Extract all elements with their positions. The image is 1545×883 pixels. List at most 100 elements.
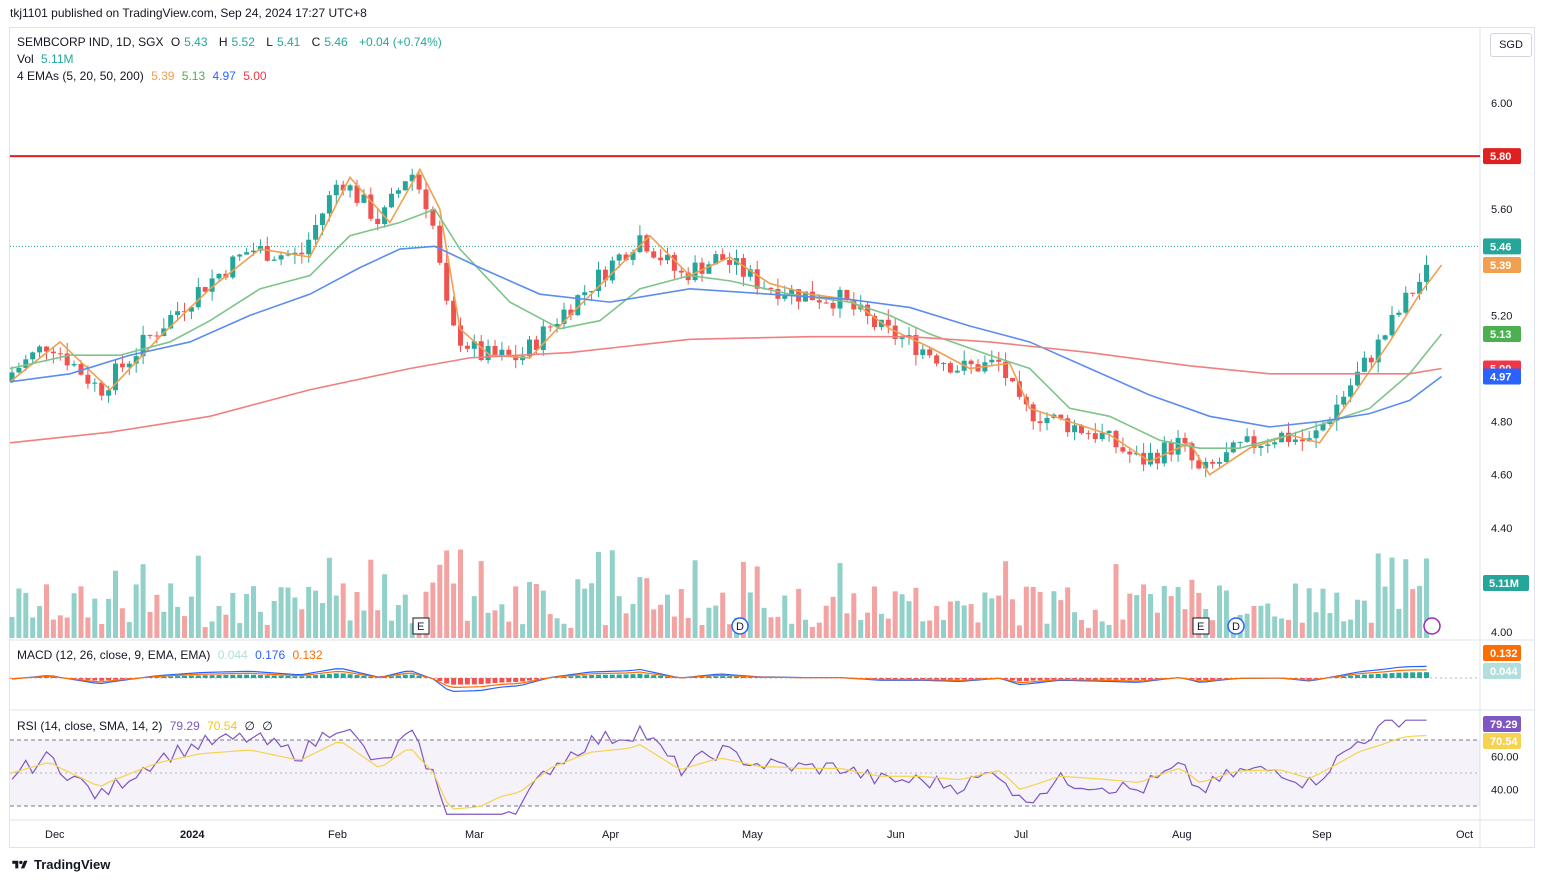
candle-body xyxy=(237,254,243,257)
candle-body xyxy=(658,257,664,261)
volume-bar xyxy=(1375,553,1381,638)
candle-body xyxy=(1106,430,1112,433)
volume-bar xyxy=(1161,585,1167,638)
volume-bar xyxy=(264,624,270,638)
volume-bar xyxy=(389,620,394,638)
volume-bar xyxy=(458,549,463,638)
candle-body xyxy=(92,382,98,384)
candle-body xyxy=(1292,439,1298,442)
macd-hist-bar xyxy=(451,678,457,685)
price-tick-label: 4.80 xyxy=(1491,417,1512,429)
macd-hist-bar xyxy=(1410,672,1416,678)
event-marker-label: D xyxy=(1232,621,1240,633)
candle-body xyxy=(527,339,532,357)
candle-body xyxy=(37,346,43,353)
macd-hist-bar xyxy=(1355,675,1360,678)
volume-bar xyxy=(1003,561,1009,638)
volume-bar xyxy=(375,610,381,638)
time-axis-label: 2024 xyxy=(180,829,205,841)
macd-hist-bar xyxy=(264,675,270,678)
volume-bar xyxy=(913,587,919,638)
macd-hist-bar xyxy=(1348,675,1354,678)
volume-bar xyxy=(99,623,105,638)
macd-hist-bar xyxy=(299,676,305,678)
volume-bar xyxy=(202,627,208,638)
macd-hist-bar xyxy=(458,678,463,685)
volume-bar xyxy=(340,583,346,638)
volume-bar xyxy=(1403,559,1409,638)
macd-hist-bar xyxy=(99,678,105,681)
volume-bar xyxy=(830,596,836,638)
macd-hist-bar xyxy=(340,673,346,678)
candle-body xyxy=(326,195,332,214)
macd-hist-bar xyxy=(506,678,512,683)
candle-body xyxy=(16,367,22,373)
macd-hist-bar xyxy=(251,674,256,678)
candle-body xyxy=(313,224,319,240)
candle-body xyxy=(547,326,553,328)
volume-bar xyxy=(1072,612,1078,638)
volume-bar xyxy=(188,596,194,638)
volume-bar xyxy=(471,596,477,638)
volume-bar xyxy=(133,584,139,638)
candle-body xyxy=(375,218,381,225)
volume-bar xyxy=(1258,605,1264,638)
volume-bar xyxy=(885,618,891,638)
candle-body xyxy=(30,352,36,360)
volume-bar xyxy=(844,613,850,638)
tradingview-footer[interactable]: TradingView xyxy=(12,857,110,872)
volume-bar xyxy=(444,550,450,638)
volume-bar xyxy=(865,612,871,638)
volume-bar xyxy=(126,622,132,638)
volume-bar xyxy=(1327,613,1333,638)
macd-hist-bar xyxy=(1037,678,1043,681)
volume-bar xyxy=(85,617,91,638)
volume-bar xyxy=(168,583,174,638)
candle-body xyxy=(1244,436,1250,442)
candle-body xyxy=(444,262,450,301)
lightning-icon xyxy=(1423,617,1441,635)
macd-hist-bar xyxy=(1079,678,1084,680)
candle-body xyxy=(1299,439,1305,442)
volume-bar xyxy=(37,606,43,638)
volume-bar xyxy=(782,595,788,638)
macd-hist-bar xyxy=(1403,672,1409,678)
macd-hist-bar xyxy=(1099,678,1105,680)
macd-hist-bar xyxy=(602,674,608,678)
candle-body xyxy=(1030,404,1036,422)
volume-bar xyxy=(1065,587,1071,638)
chart-canvas[interactable]: 6.005.805.605.405.205.004.804.604.404.00… xyxy=(0,0,1545,883)
volume-bar xyxy=(692,560,698,638)
macd-hist-bar xyxy=(244,674,250,678)
volume-bar xyxy=(540,590,546,638)
volume-bar xyxy=(1341,621,1347,638)
volume-bar xyxy=(161,611,167,638)
event-marker-label: E xyxy=(417,621,424,633)
macd-hist-bar xyxy=(437,678,443,681)
macd-hist-bar xyxy=(1375,673,1381,678)
time-axis-label: Apr xyxy=(602,829,619,841)
volume-bar xyxy=(57,615,63,638)
volume-bar xyxy=(113,570,118,638)
macd-hist-bar xyxy=(485,678,491,684)
candle-body xyxy=(416,174,422,190)
candle-body xyxy=(299,252,305,255)
candle-body xyxy=(927,349,933,356)
candle-body xyxy=(285,254,291,256)
volume-bar xyxy=(1030,586,1036,638)
volume-bar xyxy=(872,586,877,638)
macd-hist-bar xyxy=(961,678,967,680)
candle-body xyxy=(1396,312,1402,315)
volume-bar xyxy=(761,607,767,638)
price-tick-label: 5.60 xyxy=(1491,204,1512,216)
volume-bar xyxy=(1348,619,1354,638)
volume-bar xyxy=(699,624,705,638)
candle-body xyxy=(1072,425,1078,433)
candle-body xyxy=(1148,452,1153,465)
macd-hist-bar xyxy=(1030,678,1036,681)
volume-bar xyxy=(251,586,256,638)
macd-hist-bar xyxy=(285,675,291,678)
candle-body xyxy=(692,262,698,281)
volume-bar xyxy=(64,617,70,638)
candle-body xyxy=(395,190,401,194)
